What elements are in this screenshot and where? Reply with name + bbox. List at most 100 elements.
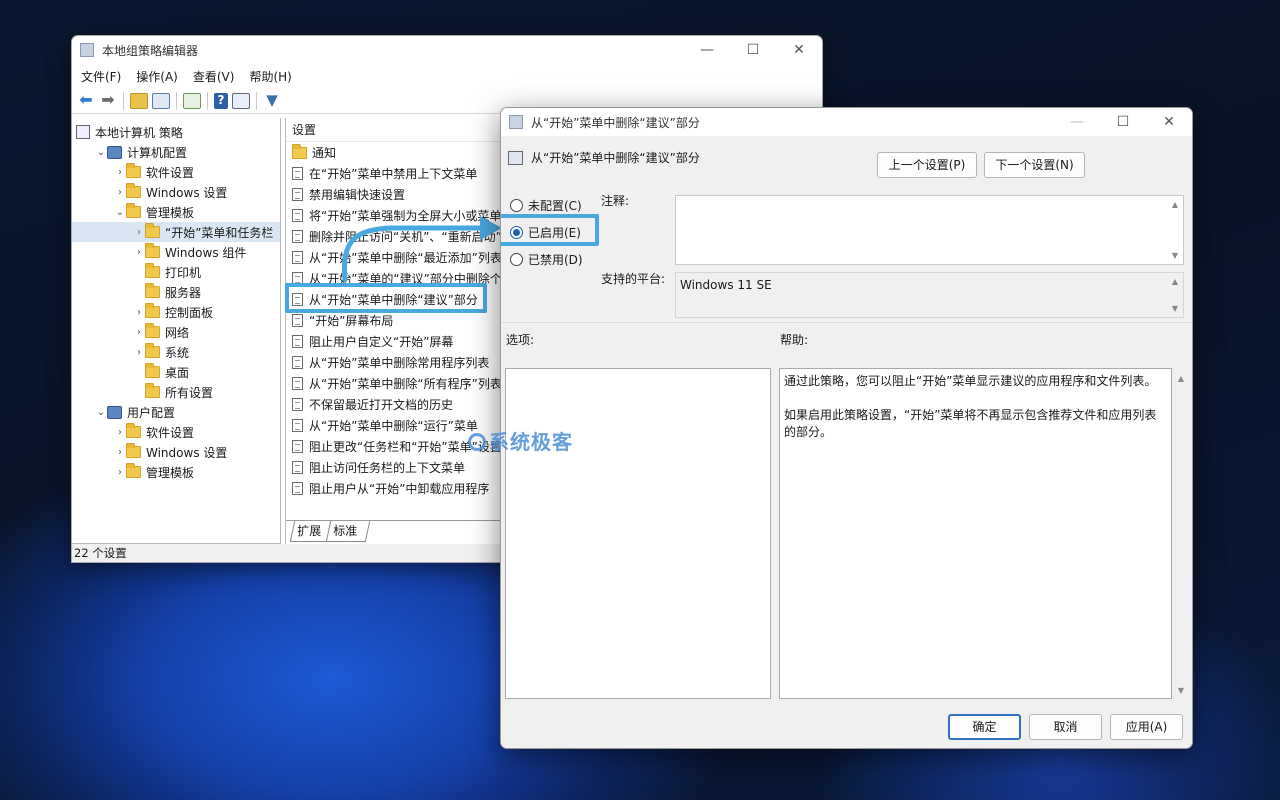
back-arrow-icon[interactable]: ⬅ — [77, 91, 95, 109]
list-item-label: 通知 — [312, 146, 337, 160]
chevron-right-icon[interactable]: › — [133, 247, 145, 258]
list-item-label: 从“开始”菜单中删除常用程序列表 — [309, 356, 490, 370]
filter-icon[interactable]: ▼ — [263, 92, 281, 109]
menu-file[interactable]: 文件(F) — [81, 68, 121, 85]
tree-item[interactable]: 所有设置 — [72, 382, 280, 402]
forward-arrow-icon[interactable]: ➡ — [99, 91, 117, 109]
chevron-right-icon[interactable]: › — [133, 347, 145, 358]
setting-name: 从“开始”菜单中删除“建议”部分 — [531, 151, 700, 165]
chevron-right-icon[interactable]: › — [133, 327, 145, 338]
folder-icon — [126, 463, 141, 478]
chevron-right-icon[interactable]: › — [114, 447, 126, 458]
tree-item[interactable]: ⌄ 管理模板 — [72, 202, 280, 222]
ok-button[interactable]: 确定 — [948, 714, 1021, 740]
dialog-titlebar[interactable]: 从“开始”菜单中删除“建议”部分 — ☐ ✕ — [501, 108, 1192, 136]
dialog-maximize-button[interactable]: ☐ — [1100, 114, 1146, 130]
tree-pane: 本地计算机 策略 ⌄ 计算机配置 › 软件设置 › Windows 设置 ⌄ 管理模板 › “开始”… — [72, 118, 281, 544]
comment-textarea[interactable]: ▲ ▼ — [675, 195, 1184, 265]
list-item-label: “开始”屏幕布局 — [309, 314, 394, 328]
tree-item-label: Windows 设置 — [146, 445, 228, 460]
watermark-logo-icon — [468, 433, 486, 451]
folder-icon — [126, 183, 141, 198]
list-item-label: 阻止访问任务栏的上下文菜单 — [309, 461, 466, 475]
tree-item[interactable]: › Windows 设置 — [72, 442, 280, 462]
platform-scrollbar[interactable]: ▲ ▼ — [1167, 273, 1183, 317]
chevron-down-icon[interactable]: ⌄ — [114, 207, 126, 218]
properties-icon[interactable] — [232, 92, 250, 109]
comment-scrollbar[interactable]: ▲ ▼ — [1167, 196, 1183, 264]
maximize-button[interactable]: ☐ — [730, 42, 776, 58]
prev-setting-button[interactable]: 上一个设置(P) — [877, 152, 977, 178]
policy-setting-icon — [292, 419, 303, 432]
radio-disabled[interactable]: 已禁用(D) — [510, 251, 583, 268]
chevron-right-icon[interactable]: › — [114, 467, 126, 478]
radio-not-configured[interactable]: 未配置(C) — [510, 197, 582, 214]
tree-item[interactable]: ⌄ 计算机配置 — [72, 142, 280, 162]
folder-icon — [145, 383, 160, 398]
up-folder-icon[interactable] — [130, 92, 148, 109]
dialog-minimize-button[interactable]: — — [1054, 114, 1100, 130]
menu-help[interactable]: 帮助(H) — [249, 68, 291, 85]
menu-action[interactable]: 操作(A) — [136, 68, 178, 85]
scroll-up-arrow-icon[interactable]: ▲ — [1178, 374, 1184, 383]
policy-setting-icon — [292, 398, 303, 411]
export-list-icon[interactable] — [183, 92, 201, 109]
radio-dot — [510, 253, 523, 266]
dialog-close-button[interactable]: ✕ — [1146, 114, 1192, 130]
list-item-label: 禁用编辑快速设置 — [309, 188, 406, 202]
cancel-button[interactable]: 取消 — [1029, 714, 1102, 740]
chevron-down-icon[interactable]: ⌄ — [95, 407, 107, 418]
scroll-down-arrow-icon[interactable]: ▼ — [1178, 686, 1184, 695]
help-icon[interactable]: ? — [214, 92, 228, 109]
tree-item[interactable]: › 软件设置 — [72, 162, 280, 182]
platform-value: Windows 11 SE — [680, 278, 772, 292]
policy-doc-icon — [76, 125, 90, 139]
tree-item-label: “开始”菜单和任务栏 — [165, 225, 274, 240]
tree-item[interactable]: › 软件设置 — [72, 422, 280, 442]
chevron-right-icon[interactable]: › — [133, 227, 145, 238]
help-text-2: 如果启用此策略设置，“开始”菜单将不再显示包含推荐文件和应用列表的部分。 — [784, 408, 1157, 439]
tree-item-label: 网络 — [165, 325, 190, 340]
tree-item[interactable]: › Windows 设置 — [72, 182, 280, 202]
tree-item[interactable]: ⌄ 用户配置 — [72, 402, 280, 422]
tree-item[interactable]: › Windows 组件 — [72, 242, 280, 262]
options-label: 选项: — [506, 333, 535, 347]
tree-item-label: 管理模板 — [146, 465, 195, 480]
callout-arrow — [342, 216, 502, 283]
folder-icon — [126, 163, 141, 178]
tree-item[interactable]: 服务器 — [72, 282, 280, 302]
tree-item[interactable]: › 网络 — [72, 322, 280, 342]
policy-setting-icon — [292, 167, 303, 180]
tab-standard[interactable]: 标准 — [325, 521, 371, 542]
next-setting-button[interactable]: 下一个设置(N) — [984, 152, 1085, 178]
chevron-down-icon[interactable]: ⌄ — [95, 147, 107, 158]
show-hide-tree-icon[interactable] — [152, 92, 170, 109]
tree-item[interactable]: 打印机 — [72, 262, 280, 282]
gpedit-app-icon — [80, 43, 94, 57]
tree-item[interactable]: › 系统 — [72, 342, 280, 362]
chevron-right-icon[interactable]: › — [114, 167, 126, 178]
tree-item[interactable]: 本地计算机 策略 — [72, 122, 280, 142]
help-scrollbar[interactable]: ▲ ▼ — [1174, 370, 1188, 699]
list-item-label: 从“开始”菜单中删除“所有程序”列表 — [309, 377, 502, 391]
apply-button[interactable]: 应用(A) — [1110, 714, 1183, 740]
list-item-label: 阻止用户从“开始”中卸载应用程序 — [309, 482, 490, 496]
chevron-right-icon[interactable]: › — [114, 427, 126, 438]
folder-icon — [126, 443, 141, 458]
policy-icon — [509, 115, 523, 129]
chevron-right-icon[interactable]: › — [133, 307, 145, 318]
tree-item[interactable]: › 控制面板 — [72, 302, 280, 322]
tree-item[interactable]: › 管理模板 — [72, 462, 280, 482]
tree-item[interactable]: › “开始”菜单和任务栏 — [72, 222, 280, 242]
tree-item[interactable]: 桌面 — [72, 362, 280, 382]
menu-view[interactable]: 查看(V) — [193, 68, 235, 85]
folder-icon — [145, 343, 160, 358]
gpedit-titlebar[interactable]: 本地组策略编辑器 — ☐ ✕ — [72, 36, 822, 64]
minimize-button[interactable]: — — [684, 42, 730, 58]
toolbar-separator — [123, 91, 124, 110]
policy-setting-icon — [292, 209, 303, 222]
chevron-right-icon[interactable]: › — [114, 187, 126, 198]
policy-setting-icon — [292, 230, 303, 243]
menu-bar: 文件(F) 操作(A) 查看(V) 帮助(H) — [72, 64, 822, 88]
close-button[interactable]: ✕ — [776, 42, 822, 58]
